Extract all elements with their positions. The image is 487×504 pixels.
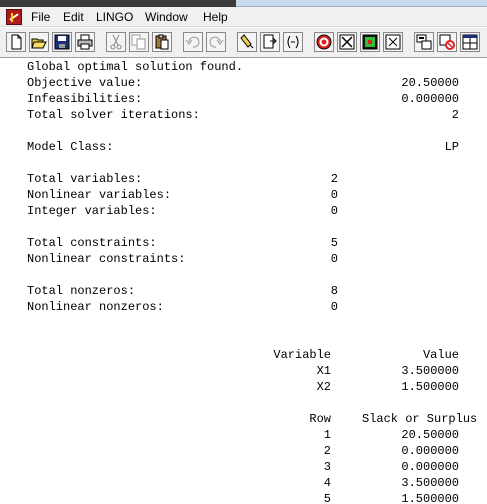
objective-value: 20.50000 bbox=[401, 76, 459, 90]
row-header: Row bbox=[309, 412, 331, 426]
menu-help[interactable]: Help bbox=[203, 9, 228, 25]
variable-value: 1.500000 bbox=[401, 380, 459, 394]
options-button[interactable] bbox=[414, 32, 434, 52]
nonlinear-nonzeros-value: 0 bbox=[330, 300, 338, 314]
variable-value: 3.500000 bbox=[401, 364, 459, 378]
copy-icon bbox=[131, 34, 146, 50]
menu-edit[interactable]: Edit bbox=[63, 9, 84, 25]
variable-name: X1 bbox=[316, 364, 331, 378]
paste-icon bbox=[155, 34, 169, 50]
undo-button[interactable] bbox=[183, 32, 203, 52]
total-constraints-label: Total constraints: bbox=[27, 236, 157, 250]
cut-button[interactable] bbox=[106, 32, 126, 52]
options-icon bbox=[416, 34, 432, 50]
row-slack: 20.50000 bbox=[401, 428, 459, 442]
open-button[interactable] bbox=[29, 32, 49, 52]
title-bar-frame bbox=[236, 0, 487, 7]
model-class-label: Model Class: bbox=[27, 140, 114, 154]
total-nonzeros-value: 8 bbox=[330, 284, 338, 298]
infeasibilities-value: 0.000000 bbox=[401, 92, 459, 106]
solution-report[interactable]: Global optimal solution found. Objective… bbox=[0, 59, 487, 504]
variable-header: Variable bbox=[273, 348, 331, 362]
title-bar-caption bbox=[0, 0, 236, 7]
nonlinear-variables-value: 0 bbox=[330, 188, 338, 202]
variable-name: X2 bbox=[316, 380, 331, 394]
nonlinear-constraints-value: 0 bbox=[330, 252, 338, 266]
cascade-button[interactable] bbox=[460, 32, 480, 52]
save-button[interactable] bbox=[52, 32, 72, 52]
title-bar bbox=[0, 0, 487, 7]
solve-icon bbox=[316, 34, 332, 50]
row-number: 1 bbox=[323, 428, 331, 442]
cut-icon bbox=[110, 34, 122, 50]
row-slack: 3.500000 bbox=[401, 476, 459, 490]
tile-button[interactable] bbox=[437, 32, 457, 52]
iterations-label: Total solver iterations: bbox=[27, 108, 200, 122]
total-constraints-value: 5 bbox=[330, 236, 338, 250]
total-variables-label: Total variables: bbox=[27, 172, 143, 186]
match-paren-button[interactable] bbox=[283, 32, 303, 52]
close-all-button[interactable] bbox=[337, 32, 357, 52]
toolbar bbox=[0, 28, 487, 58]
match-paren-icon bbox=[287, 35, 299, 49]
row-slack: 1.500000 bbox=[401, 492, 459, 504]
goto-line-button[interactable] bbox=[260, 32, 280, 52]
solve-button[interactable] bbox=[314, 32, 334, 52]
goto-line-icon bbox=[263, 34, 277, 49]
model-button[interactable] bbox=[360, 32, 380, 52]
menu-file[interactable]: File bbox=[31, 9, 50, 25]
tile-icon bbox=[439, 34, 455, 50]
find-button[interactable] bbox=[237, 32, 257, 52]
nonlinear-constraints-label: Nonlinear constraints: bbox=[27, 252, 186, 266]
row-slack: 0.000000 bbox=[401, 444, 459, 458]
value-header: Value bbox=[422, 348, 459, 362]
iterations-value: 2 bbox=[451, 108, 459, 122]
nonlinear-nonzeros-label: Nonlinear nonzeros: bbox=[27, 300, 164, 314]
row-number: 2 bbox=[323, 444, 331, 458]
find-icon bbox=[240, 34, 254, 49]
slack-header: Slack or Surplus bbox=[362, 412, 478, 426]
menu-bar: File Edit LINGO Window Help bbox=[0, 7, 487, 27]
cascade-icon bbox=[462, 34, 478, 50]
total-nonzeros-label: Total nonzeros: bbox=[27, 284, 136, 298]
close-window-button[interactable] bbox=[383, 32, 403, 52]
model-icon bbox=[362, 34, 378, 50]
close-all-icon bbox=[339, 34, 355, 50]
integer-variables-value: 0 bbox=[330, 204, 338, 218]
objective-label: Objective value: bbox=[27, 76, 143, 90]
paste-button[interactable] bbox=[152, 32, 172, 52]
open-icon bbox=[31, 38, 47, 49]
menu-window[interactable]: Window bbox=[145, 9, 188, 25]
copy-button[interactable] bbox=[129, 32, 149, 52]
menu-lingo[interactable]: LINGO bbox=[96, 9, 133, 25]
print-icon bbox=[77, 34, 93, 50]
row-slack: 0.000000 bbox=[401, 460, 459, 474]
redo-icon bbox=[209, 36, 224, 48]
new-icon bbox=[11, 34, 22, 50]
total-variables-value: 2 bbox=[330, 172, 338, 186]
row-number: 4 bbox=[323, 476, 331, 490]
row-number: 3 bbox=[323, 460, 331, 474]
status-text: Global optimal solution found. bbox=[27, 60, 244, 74]
new-button[interactable] bbox=[6, 32, 26, 52]
lingo-app-icon[interactable] bbox=[6, 9, 22, 25]
nonlinear-variables-label: Nonlinear variables: bbox=[27, 188, 172, 202]
undo-icon bbox=[185, 36, 200, 48]
save-icon bbox=[54, 34, 70, 50]
integer-variables-label: Integer variables: bbox=[27, 204, 157, 218]
close-window-icon bbox=[385, 34, 401, 50]
redo-button[interactable] bbox=[206, 32, 226, 52]
row-number: 5 bbox=[323, 492, 331, 504]
model-class-value: LP bbox=[444, 140, 459, 154]
print-button[interactable] bbox=[75, 32, 95, 52]
infeasibilities-label: Infeasibilities: bbox=[27, 92, 143, 106]
